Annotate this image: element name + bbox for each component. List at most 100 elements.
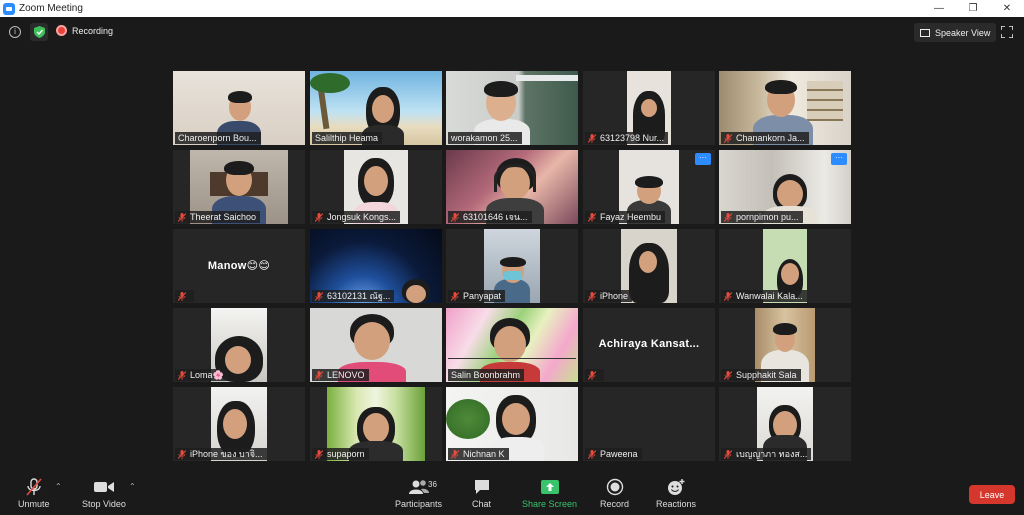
participant-tile[interactable]: Manow😊😊 <box>173 229 305 303</box>
participant-name-bar: 63101646 เจน... <box>448 211 532 223</box>
more-options-icon[interactable]: ··· <box>831 153 847 165</box>
stop-video-button[interactable]: Stop Video <box>82 478 126 509</box>
participant-name-bar: Loma🌸 <box>175 369 228 381</box>
chat-button[interactable]: Chat <box>472 478 491 509</box>
mic-muted-icon <box>315 449 323 459</box>
participant-name-bar: LENOVO <box>312 369 369 381</box>
smiley-plus-icon <box>668 479 685 495</box>
participant-tile[interactable]: Chanankorn Ja... <box>719 71 851 145</box>
participant-name-bar: Salin Boonbrahm <box>448 369 525 381</box>
participant-name: Panyapat <box>463 291 502 301</box>
participant-tile[interactable]: Paweena <box>583 387 715 461</box>
mic-muted-icon <box>315 370 323 380</box>
participant-name-bar: Supphakit Sala <box>721 369 801 381</box>
restore-button[interactable]: ❐ <box>956 0 990 17</box>
participant-name-bar <box>585 369 604 381</box>
participant-tile[interactable]: iPhone <box>583 229 715 303</box>
participant-name-bar: Nichnan K <box>448 448 509 460</box>
participant-tile[interactable]: LENOVO <box>310 308 442 382</box>
video-camera-icon <box>93 482 114 492</box>
minimize-button[interactable]: — <box>922 0 956 17</box>
participant-name-bar: Salilthip Heama <box>312 132 383 144</box>
participant-name-bar: 63102131 ณัฐ... <box>312 290 395 302</box>
participant-tile[interactable]: Charoenporn Bou... <box>173 71 305 145</box>
video-options-chevron-up-icon[interactable]: ⌃ <box>129 482 136 491</box>
participant-tile[interactable]: Wanwalai Kala... <box>719 229 851 303</box>
participant-name: 63123798 Nur... <box>600 133 665 143</box>
mic-muted-icon <box>451 212 459 222</box>
reactions-button[interactable]: Reactions <box>656 478 696 509</box>
participant-tile[interactable]: iPhone ของ บาจิ... <box>173 387 305 461</box>
fullscreen-icon[interactable] <box>1001 26 1013 38</box>
window-controls: — ❐ ✕ <box>922 0 1024 17</box>
participant-tile[interactable]: ··· pornpimon pu... <box>719 150 851 224</box>
meeting-info-icon[interactable]: i <box>9 26 21 38</box>
participant-name: worakamon 25... <box>451 133 518 143</box>
participant-name-bar: iPhone <box>585 290 633 302</box>
participant-name: Paweena <box>600 449 638 459</box>
mic-muted-icon <box>451 291 459 301</box>
participant-name-bar: worakamon 25... <box>448 132 522 144</box>
mic-muted-icon <box>178 212 186 222</box>
window-title: Zoom Meeting <box>19 3 83 14</box>
participant-name: เบญญาภา ทองส... <box>736 449 808 459</box>
share-screen-button[interactable]: Share Screen <box>522 478 577 509</box>
participant-tile[interactable]: 63101646 เจน... <box>446 150 578 224</box>
participant-tile[interactable]: Panyapat <box>446 229 578 303</box>
mic-muted-icon <box>588 133 596 143</box>
participant-name-bar: Paweena <box>585 448 642 460</box>
participant-name: Supphakit Sala <box>736 370 797 380</box>
participant-name: pornpimon pu... <box>736 212 799 222</box>
participant-tile[interactable]: Jongsuk Kongs... <box>310 150 442 224</box>
chat-bubble-icon <box>474 480 489 494</box>
leave-button[interactable]: Leave <box>969 485 1015 504</box>
chat-label: Chat <box>472 499 492 509</box>
more-options-icon[interactable]: ··· <box>695 153 711 165</box>
record-icon <box>606 478 623 496</box>
participant-tile[interactable]: worakamon 25... <box>446 71 578 145</box>
participant-name: Jongsuk Kongs... <box>327 212 397 222</box>
participant-name: Salin Boonbrahm <box>451 370 521 380</box>
participant-name-bar: Jongsuk Kongs... <box>312 211 401 223</box>
participant-display-name: Achiraya Kansat... <box>598 338 700 350</box>
participant-tile[interactable]: 63123798 Nur... <box>583 71 715 145</box>
participant-tile[interactable]: Salilthip Heama <box>310 71 442 145</box>
close-button[interactable]: ✕ <box>990 0 1024 17</box>
participant-tile-active-speaker[interactable]: Salin Boonbrahm <box>446 308 578 382</box>
mic-muted-icon <box>724 212 732 222</box>
participant-tile[interactable]: ··· Fayaz Heembu <box>583 150 715 224</box>
security-shield-icon[interactable] <box>30 23 48 41</box>
participant-tile[interactable]: เบญญาภา ทองส... <box>719 387 851 461</box>
audio-options-chevron-up-icon[interactable]: ⌃ <box>55 482 62 491</box>
participant-name-bar: Charoenporn Bou... <box>175 132 261 144</box>
mic-muted-icon <box>588 370 596 380</box>
participant-name: Nichnan K <box>463 449 505 459</box>
participant-tile[interactable]: 63102131 ณัฐ... <box>310 229 442 303</box>
unmute-button[interactable]: Unmute <box>18 478 50 509</box>
participant-tile[interactable]: Nichnan K <box>446 387 578 461</box>
mic-muted-icon <box>178 291 186 301</box>
participant-tile[interactable]: Achiraya Kansat... <box>583 308 715 382</box>
recording-label: Recording <box>72 25 114 36</box>
participant-name-bar: Chanankorn Ja... <box>721 132 809 144</box>
participant-name: Salilthip Heama <box>315 133 379 143</box>
participant-name-bar: เบญญาภา ทองส... <box>721 448 812 460</box>
participant-name: supaporn <box>327 449 365 459</box>
participant-tile[interactable]: Loma🌸 <box>173 308 305 382</box>
mic-muted-icon <box>178 449 186 459</box>
participant-tile[interactable]: supaporn <box>310 387 442 461</box>
view-grid-icon <box>920 28 930 37</box>
participant-name-bar: 63123798 Nur... <box>585 132 669 144</box>
participant-name: Theerat Saichoo <box>190 212 257 222</box>
mic-muted-icon <box>724 133 732 143</box>
participant-name: iPhone <box>600 291 629 301</box>
recording-indicator[interactable]: Recording <box>56 25 113 36</box>
recording-dot-icon <box>56 25 67 36</box>
speaker-view-button[interactable]: Speaker View <box>914 23 997 42</box>
mic-muted-icon <box>451 449 459 459</box>
participant-tile[interactable]: Supphakit Sala <box>719 308 851 382</box>
participant-name-bar: Wanwalai Kala... <box>721 290 807 302</box>
participant-tile[interactable]: Theerat Saichoo <box>173 150 305 224</box>
record-button[interactable]: Record <box>600 478 629 509</box>
mic-muted-icon <box>315 291 323 301</box>
